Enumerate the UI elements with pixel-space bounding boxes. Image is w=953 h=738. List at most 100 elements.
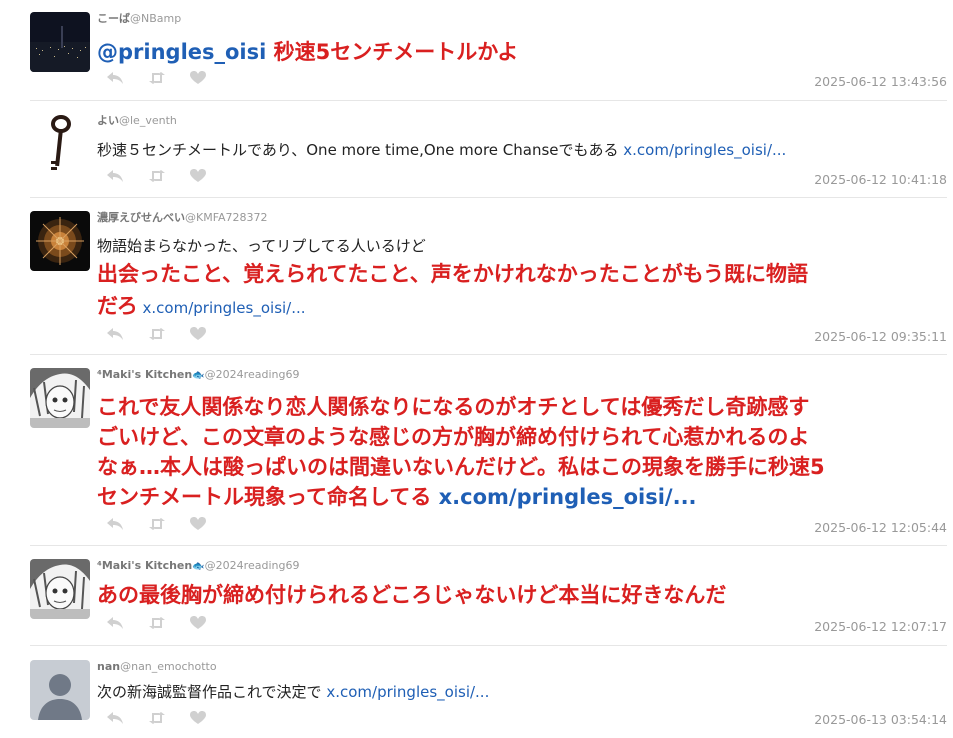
retweet-icon[interactable]	[148, 711, 166, 725]
tweet-feed: こーば@NBamp @pringles_oisi 秒速5センチメートルかよ 20…	[0, 0, 953, 738]
divider	[30, 197, 947, 198]
tweet-actions	[106, 71, 230, 85]
text-segment: 出会ったこと、覚えられてたこと、声をかけれなかったことがもう既に物語	[97, 262, 809, 286]
tweet-text-line: 出会ったこと、覚えられてたこと、声をかけれなかったことがもう既に物語	[97, 259, 947, 289]
author-handle[interactable]: @le_venth	[119, 114, 177, 127]
author-line: ⁴Maki's Kitchen🐟@2024reading69	[97, 559, 299, 574]
tweet-text-line: センチメートル現象って命名してる x.com/pringles_oisi/...	[97, 482, 947, 512]
author-line: ⁴Maki's Kitchen🐟@2024reading69	[97, 368, 299, 383]
tweet: よい@le_venth 秒速５センチメートルであり、One more time,…	[0, 114, 953, 196]
avatar[interactable]	[30, 12, 90, 72]
tweet-text-line: だろ x.com/pringles_oisi/...	[97, 291, 947, 323]
timestamp[interactable]: 2025-06-12 13:43:56	[814, 74, 947, 89]
divider	[30, 645, 947, 646]
divider	[30, 354, 947, 355]
like-icon[interactable]	[190, 327, 206, 341]
retweet-icon[interactable]	[148, 71, 166, 85]
text-segment: 次の新海誠監督作品これで決定で	[97, 683, 327, 701]
reply-icon[interactable]	[106, 71, 124, 85]
fish-emoji-icon: 🐟	[192, 561, 205, 572]
text-segment: 秒速５センチメートルであり、One more time,One more Cha…	[97, 141, 624, 159]
like-icon[interactable]	[190, 517, 206, 531]
like-icon[interactable]	[190, 71, 206, 85]
text-segment: ごいけど、この文章のような感じの方が胸が締め付けられて心惹かれるのよ	[97, 425, 810, 449]
author-name[interactable]: ⁴Maki's Kitchen	[97, 559, 192, 572]
reply-icon[interactable]	[106, 616, 124, 630]
tweet-actions	[106, 327, 230, 341]
author-line: 濃厚えびせんべい@KMFA728372	[97, 211, 268, 225]
text-segment: あの最後胸が締め付けられるどころじゃないけど本当に好きなんだ	[97, 583, 727, 607]
tweet-text-line: 物語始まらなかった、ってリプしてる人いるけど	[97, 235, 947, 257]
tweet-text-line: ごいけど、この文章のような感じの方が胸が締め付けられて心惹かれるのよ	[97, 422, 947, 452]
tweet-text-line: これで友人関係なり恋人関係なりになるのがオチとしては優秀だし奇跡感す	[97, 392, 947, 422]
timestamp[interactable]: 2025-06-12 09:35:11	[814, 329, 947, 344]
tweet-actions	[106, 517, 230, 531]
timestamp[interactable]: 2025-06-12 12:07:17	[814, 619, 947, 634]
author-handle[interactable]: @NBamp	[130, 12, 181, 25]
reply-icon[interactable]	[106, 169, 124, 183]
author-name[interactable]: こーば	[97, 12, 130, 25]
author-name[interactable]: よい	[97, 114, 119, 127]
reply-icon[interactable]	[106, 327, 124, 341]
retweet-icon[interactable]	[148, 169, 166, 183]
avatar[interactable]	[30, 211, 90, 271]
avatar[interactable]	[30, 660, 90, 720]
tweet-link[interactable]: x.com/pringles_oisi/...	[623, 141, 786, 159]
author-line: こーば@NBamp	[97, 12, 181, 26]
divider	[30, 100, 947, 101]
text-segment: 秒速5センチメートルかよ	[266, 40, 519, 64]
tweet-actions	[106, 616, 230, 630]
default-user-icon	[30, 660, 90, 720]
avatar[interactable]	[30, 114, 90, 174]
text-segment: 物語始まらなかった、ってリプしてる人いるけど	[97, 237, 426, 255]
avatar[interactable]	[30, 559, 90, 619]
author-handle[interactable]: @2024reading69	[205, 368, 300, 381]
tweet: ⁴Maki's Kitchen🐟@2024reading69 これで友人関係なり…	[0, 368, 953, 540]
timestamp[interactable]: 2025-06-13 03:54:14	[814, 712, 947, 727]
tweet-link[interactable]: x.com/pringles_oisi/...	[326, 683, 489, 701]
text-segment: なぁ…本人は酸っぱいのは間違いないんだけど。私はこの現象を勝手に秒速5	[97, 455, 825, 479]
tweet: 濃厚えびせんべい@KMFA728372 物語始まらなかった、ってリプしてる人いる…	[0, 211, 953, 351]
text-segment: これで友人関係なり恋人関係なりになるのがオチとしては優秀だし奇跡感す	[97, 395, 810, 419]
tweet-text: あの最後胸が締め付けられるどころじゃないけど本当に好きなんだ	[97, 580, 947, 610]
author-name[interactable]: 濃厚えびせんべい	[97, 211, 185, 224]
tweet: nan@nan_emochotto 次の新海誠監督作品これで決定で x.com/…	[0, 660, 953, 738]
firework-image	[30, 211, 90, 271]
author-name[interactable]: ⁴Maki's Kitchen	[97, 368, 192, 381]
avatar[interactable]	[30, 368, 90, 428]
author-handle[interactable]: @KMFA728372	[185, 211, 268, 224]
timestamp[interactable]: 2025-06-12 12:05:44	[814, 520, 947, 535]
tweet-link[interactable]: x.com/pringles_oisi/...	[439, 485, 697, 509]
tweet-text-line: なぁ…本人は酸っぱいのは間違いないんだけど。私はこの現象を勝手に秒速5	[97, 452, 947, 482]
retweet-icon[interactable]	[148, 517, 166, 531]
author-line: よい@le_venth	[97, 114, 177, 128]
city-night-image	[30, 12, 90, 72]
reply-icon[interactable]	[106, 517, 124, 531]
fish-emoji-icon: 🐟	[192, 370, 205, 381]
retweet-icon[interactable]	[148, 616, 166, 630]
reply-icon[interactable]	[106, 711, 124, 725]
author-name[interactable]: nan	[97, 660, 120, 673]
like-icon[interactable]	[190, 711, 206, 725]
tweet-text: @pringles_oisi 秒速5センチメートルかよ	[97, 37, 947, 67]
retweet-icon[interactable]	[148, 327, 166, 341]
like-icon[interactable]	[190, 169, 206, 183]
tweet-actions	[106, 711, 230, 725]
text-segment: だろ	[97, 294, 138, 318]
like-icon[interactable]	[190, 616, 206, 630]
tweet-text: 次の新海誠監督作品これで決定で x.com/pringles_oisi/...	[97, 681, 947, 703]
text-segment: センチメートル現象って命名してる	[97, 485, 439, 509]
timestamp[interactable]: 2025-06-12 10:41:18	[814, 172, 947, 187]
manga-character-image	[30, 368, 90, 428]
author-line: nan@nan_emochotto	[97, 660, 217, 674]
key-image	[30, 114, 90, 174]
author-handle[interactable]: @nan_emochotto	[120, 660, 217, 673]
divider	[30, 545, 947, 546]
tweet: ⁴Maki's Kitchen🐟@2024reading69 あの最後胸が締め付…	[0, 559, 953, 641]
mention-link[interactable]: @pringles_oisi	[97, 40, 266, 64]
tweet: こーば@NBamp @pringles_oisi 秒速5センチメートルかよ 20…	[0, 12, 953, 100]
tweet-actions	[106, 169, 230, 183]
author-handle[interactable]: @2024reading69	[205, 559, 300, 572]
tweet-link[interactable]: x.com/pringles_oisi/...	[138, 299, 306, 317]
manga-character-image	[30, 559, 90, 619]
